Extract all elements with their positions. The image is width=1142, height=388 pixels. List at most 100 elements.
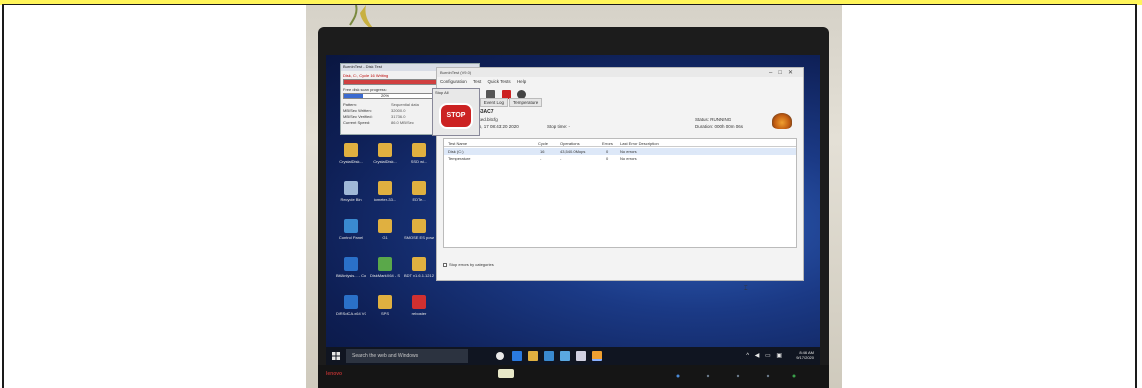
col-cycle: Cycle [538,141,549,146]
desktop-icon[interactable]: reboster [404,295,434,316]
table-row[interactable]: Disk (C:) 16 43,540.0Mops 0 No errors [444,148,796,155]
desktop-icon[interactable]: DiRSdCA.x64 VC_Redistr... [336,295,366,316]
burnin-main-window[interactable]: BurnInTest (V9.0) –□✕ Configuration Test… [436,67,804,292]
desktop-icon-label: BitlAnlysis... - Copy [336,273,366,278]
desktop-icon[interactable]: BitlAnlysis... - Copy [336,257,366,278]
desktop-icon-glyph [378,295,392,309]
chin-logo: lenovo [326,371,343,377]
gauge-icon [772,113,792,129]
window-controls[interactable]: –□✕ [769,69,799,76]
taskbar-clock[interactable]: 8:46 AM 9/17/2020 [796,350,814,360]
monitor-buttons [676,374,796,378]
edge-icon[interactable] [512,351,522,361]
taskbar-search-input[interactable]: Search the web and Windows [346,349,468,363]
row-errors: 0 [606,156,609,161]
row-name: Disk (C:) [448,149,464,154]
desktop-icon-glyph [344,181,358,195]
desktop-icon[interactable]: G1 [370,219,400,240]
menu-configuration[interactable]: Configuration [440,79,467,84]
desktop-icon-label: BDT v1.6.1.1212... [404,273,434,278]
burnin-taskbar-icon[interactable] [592,351,602,361]
desktop-icon-glyph [412,295,426,309]
desktop-icon-glyph [378,143,392,157]
desktop-icon-label: SMOSE ES power cy... [404,235,434,240]
stat-row: Current Speed: 86.0 MB/Sec [343,120,414,125]
checkbox[interactable] [443,262,447,267]
desktop-icon[interactable]: SSD wi... [404,143,434,164]
row-cycle: 16 [540,149,545,154]
row-name: Temperature [448,156,471,161]
run-duration: Duration: 000h 00m 06s [695,124,744,129]
system-tray[interactable]: ^ ◀ ▭ ▣ [746,352,784,359]
desktop-icon[interactable]: SPS [370,295,400,316]
table-row[interactable]: Temperature - - 0 No errors [444,155,796,162]
tab-event-log[interactable]: Event Log [479,98,509,107]
row-desc: No errors [620,149,637,154]
desktop-icon[interactable]: EDTe... [404,181,434,202]
desktop-icon-glyph [344,295,358,309]
desktop-icon-label: CrystalDisk... [339,159,363,164]
stop-button[interactable]: STOP [439,103,473,129]
menu-test[interactable]: Test [473,79,481,84]
task-view-icon[interactable] [496,352,504,360]
desktop-icon-glyph [412,181,426,195]
stop-time: Stop time: - [547,124,571,129]
desktop-icon[interactable]: Recycle Bin [336,181,366,202]
stop-errors-option[interactable]: Stop errors by categories [443,262,494,267]
tab-temperature[interactable]: Temperature [509,98,543,107]
windows-start-icon[interactable] [332,352,340,360]
desktop-icon-label: reboster [411,311,427,316]
desktop-icon[interactable]: CrystalDisk... [370,143,400,164]
desktop-icon[interactable]: DiskMarkX64 - Shortcut [370,257,400,278]
app-icon[interactable] [576,351,586,361]
row-desc: No errors [620,156,637,161]
mouse-cursor-icon: ⌶ [744,286,748,292]
desktop-icon[interactable]: BDT v1.6.1.1212... [404,257,434,278]
window-title: BurnInTest (V9.0) [437,68,803,77]
stat-row: MB/Sec Verified: 31736.0 [343,114,406,119]
desktop-icon-glyph [378,181,392,195]
desktop-icon-label: DiRSdCA.x64 VC_Redistr... [336,311,366,316]
col-errors: Errors [602,141,613,146]
desktop-icon-label: G1 [382,235,388,240]
clock-date: 9/17/2020 [796,355,814,360]
desktop-icon-glyph [412,257,426,271]
desktop-icon-glyph [412,219,426,233]
row-errors: 0 [606,149,609,154]
desktop-icon-label: SSD wi... [410,159,428,164]
scan-progress-label: Free disk scan progress: [343,87,387,92]
monitor-photo: lenovo CrystalDisk... CrystalDisk... SSD w… [306,5,842,388]
desk-light-reflection [498,369,514,378]
desktop-icon-glyph [344,257,358,271]
app-icon[interactable] [560,351,570,361]
col-last-error: Last Error Description [620,141,659,146]
run-status: Status: RUNNING [695,117,732,122]
frame-border-left [2,5,4,388]
desktop-icon-glyph [378,257,392,271]
minimize-icon[interactable]: – [769,70,778,76]
stop-dialog-title: Stop All [435,90,449,95]
maximize-icon[interactable]: □ [778,70,788,76]
desktop-screen: CrystalDisk... CrystalDisk... SSD wi... Rec… [326,55,820,365]
close-icon[interactable]: ✕ [788,70,799,76]
stop-all-dialog[interactable]: Stop All STOP [432,88,480,136]
desktop-icon-label: SPS [380,311,389,316]
results-table: Test Name Cycle Operations Errors Last E… [443,138,797,248]
table-header: Test Name Cycle Operations Errors Last E… [444,139,796,147]
desktop-icon[interactable]: iometer-33... [370,181,400,202]
desktop-icon[interactable]: SMOSE ES power cy... [404,219,434,240]
desktop-icon-label: DiskMarkX64 - Shortcut [370,273,400,278]
scan-progress-bar [343,93,439,99]
desktop-icon-label: iometer-33... [373,197,397,202]
menu-help[interactable]: Help [517,79,526,84]
menu-quick-tests[interactable]: Quick Tests [487,79,510,84]
file-explorer-icon[interactable] [528,351,538,361]
cycle-progress-bar [343,79,439,85]
frame-border-right [1135,5,1137,388]
store-icon[interactable] [544,351,554,361]
col-operations: Operations [560,141,580,146]
desktop-icon[interactable]: Control Panel [336,219,366,240]
desktop-icon[interactable]: CrystalDisk... [336,143,366,164]
stat-row: MB/Sec Written: 32000.0 [343,108,406,113]
row-ops: 43,540.0Mops [560,149,586,154]
